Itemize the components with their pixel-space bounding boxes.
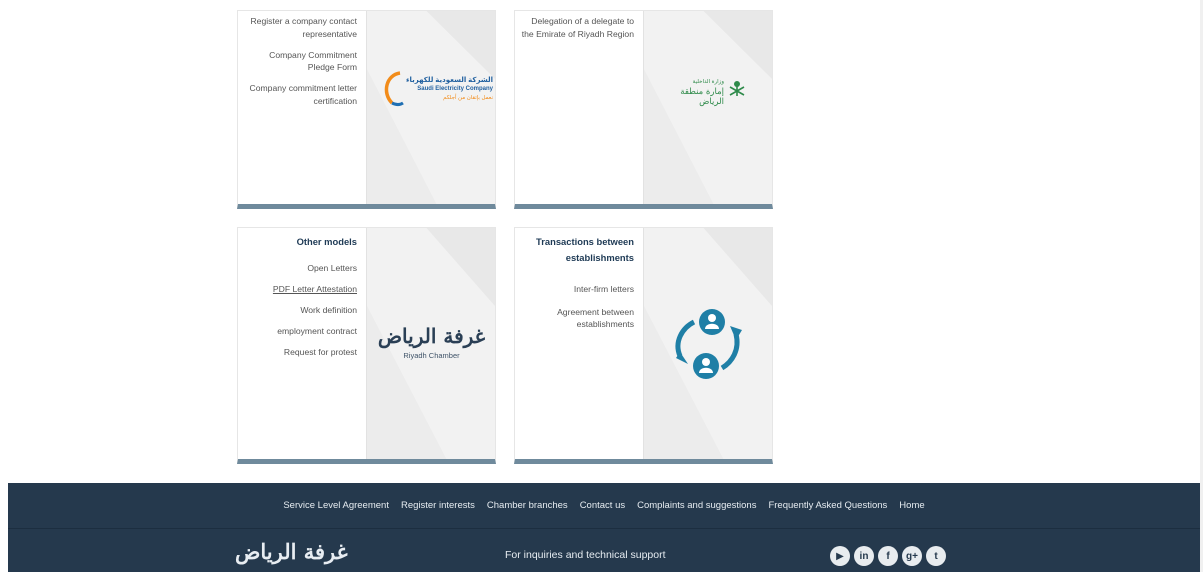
link-open-letters[interactable]: Open Letters [242, 262, 357, 275]
link-inter-firm-letters[interactable]: Inter-firm letters [519, 283, 634, 296]
link-commitment-letter-certification[interactable]: Company commitment letter certification [242, 82, 357, 107]
user-exchange-icon [675, 309, 742, 379]
card-links: Other models Open Letters PDF Letter Att… [238, 228, 367, 459]
ministry-arabic-name: وزارة الداخلية [692, 79, 724, 85]
card-links: Register a company contact representativ… [238, 11, 367, 204]
footer-chamber-logo[interactable]: غرفة الرياض [235, 539, 348, 564]
chamber-english-name: Riyadh Chamber [403, 351, 460, 360]
site-footer: Service Level Agreement Register interes… [8, 483, 1200, 572]
link-employment-contract[interactable]: employment contract [242, 325, 357, 338]
sec-emblem-icon [384, 71, 404, 106]
sec-english-name: Saudi Electricity Company [417, 86, 493, 92]
transactions-illustration [643, 228, 772, 459]
card-title: Other models [296, 236, 357, 247]
diagonal-pattern [367, 11, 495, 204]
link-register-contact-representative[interactable]: Register a company contact representativ… [242, 15, 357, 40]
emirate-riyadh-logo: وزارة الداخلية إمارة منطقة الرياض [643, 11, 772, 204]
footer-link-complaints[interactable]: Complaints and suggestions [637, 500, 756, 511]
footer-link-home[interactable]: Home [899, 500, 924, 511]
linkedin-icon[interactable]: in [854, 546, 874, 566]
emirate-arabic-name: إمارة منطقة الرياض [680, 87, 724, 107]
footer-link-faq[interactable]: Frequently Asked Questions [768, 500, 887, 511]
footer-nav: Service Level Agreement Register interes… [8, 483, 1200, 529]
riyadh-chamber-logo: غرفة الرياض Riyadh Chamber [366, 228, 495, 459]
social-links: ▶ in f g+ t [830, 546, 946, 566]
link-delegation-emirate[interactable]: Delegation of a delegate to the Emirate … [519, 15, 634, 40]
googleplus-icon[interactable]: g+ [902, 546, 922, 566]
footer-link-register-interests[interactable]: Register interests [401, 500, 475, 511]
saudi-electricity-logo: الشركة السعودية للكهرباء Saudi Electrici… [366, 11, 495, 204]
facebook-icon[interactable]: f [878, 546, 898, 566]
card-other-models: Other models Open Letters PDF Letter Att… [237, 227, 496, 464]
card-title: Transactions between establishments [536, 236, 634, 263]
card-saudi-electricity: Register a company contact representativ… [237, 10, 496, 209]
link-work-definition[interactable]: Work definition [242, 304, 357, 317]
sec-tagline: نعمل بإتقان من أجلكم [443, 95, 493, 101]
support-text: For inquiries and technical support [505, 549, 666, 561]
footer-link-sla[interactable]: Service Level Agreement [283, 500, 389, 511]
youtube-icon[interactable]: ▶ [830, 546, 850, 566]
card-transactions: Transactions between establishments Inte… [514, 227, 773, 464]
link-pdf-letter-attestation[interactable]: PDF Letter Attestation [242, 283, 357, 296]
twitter-icon[interactable]: t [926, 546, 946, 566]
link-request-for-protest[interactable]: Request for protest [242, 346, 357, 359]
diagonal-pattern [644, 11, 772, 204]
card-emirate-riyadh: Delegation of a delegate to the Emirate … [514, 10, 773, 209]
sec-arabic-name: الشركة السعودية للكهرباء [405, 77, 493, 84]
footer-link-contact-us[interactable]: Contact us [580, 500, 625, 511]
link-commitment-pledge-form[interactable]: Company Commitment Pledge Form [242, 49, 357, 74]
card-links: Delegation of a delegate to the Emirate … [515, 11, 644, 204]
link-agreement-establishments[interactable]: Agreement between establishments [519, 306, 634, 331]
chamber-arabic-name: غرفة الرياض [377, 324, 486, 348]
footer-link-chamber-branches[interactable]: Chamber branches [487, 500, 568, 511]
palm-swords-emblem-icon [729, 81, 745, 96]
card-links: Transactions between establishments Inte… [515, 228, 644, 459]
